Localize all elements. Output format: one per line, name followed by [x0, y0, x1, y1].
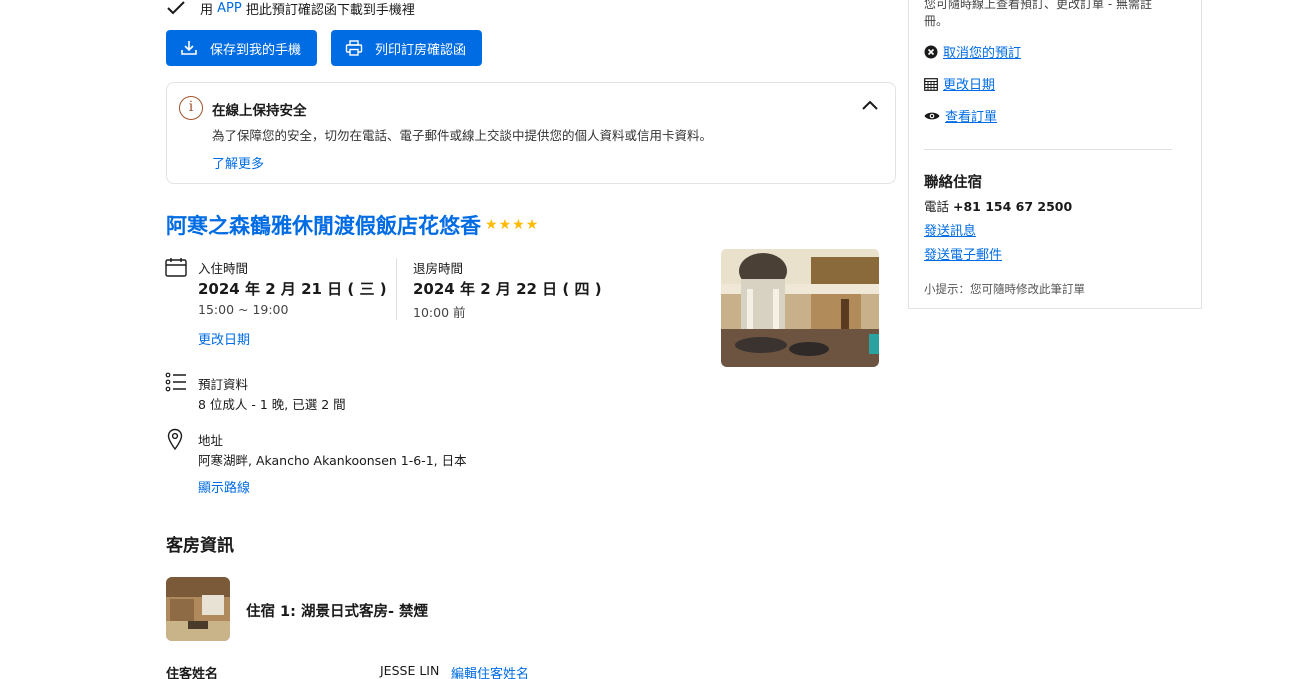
- app-word: APP: [217, 0, 242, 16]
- calendar-icon: [165, 258, 187, 277]
- star-icon: ★: [485, 217, 498, 233]
- app-line-text: 把此預訂確認函下載到手機裡: [245, 2, 415, 18]
- print-confirmation-button[interactable]: 列印訂房確認函: [331, 30, 483, 66]
- guest-name-label: 住客姓名: [166, 667, 219, 679]
- date-divider: [396, 258, 397, 320]
- checkin-date: 2024 年 2 月 21 日 ( 三 ): [198, 280, 387, 298]
- star-icon: ★: [525, 217, 539, 233]
- cancel-booking-item[interactable]: 取消您的預訂: [924, 42, 1021, 61]
- checkout-label: 退房時間: [413, 261, 464, 276]
- view-booking-link[interactable]: 查看訂單: [945, 106, 997, 125]
- map-pin-icon: [167, 428, 183, 450]
- checkout-date: 2024 年 2 月 22 日 ( 四 ): [413, 280, 602, 298]
- app-download-line: 用 APP 把此預訂確認函下載到手機裡: [166, 0, 415, 18]
- room-image: [166, 577, 230, 641]
- save-to-phone-button[interactable]: 保存到我的手機: [166, 30, 318, 66]
- booking-details-value: 8 位成人 - 1 晚, 已選 2 間: [198, 397, 346, 412]
- print-confirmation-label: 列印訂房確認函: [375, 42, 467, 58]
- close-circle-icon: [924, 45, 938, 59]
- send-message-link[interactable]: 發送訊息: [924, 220, 976, 239]
- address-label: 地址: [198, 433, 224, 448]
- calendar-grid-icon: [924, 77, 938, 91]
- eye-icon: [924, 109, 940, 123]
- checkout-time: 10:00 前: [413, 305, 466, 320]
- chevron-up-icon[interactable]: [861, 99, 879, 111]
- check-icon: [167, 1, 185, 15]
- cancel-booking-link[interactable]: 取消您的預訂: [943, 42, 1021, 61]
- hotel-photo[interactable]: [721, 249, 879, 367]
- change-dates-item[interactable]: 更改日期: [924, 74, 995, 93]
- online-safety-panel: i 在線上保持安全 為了保障您的安全，切勿在電話、電子郵件或線上交談中提供您的個…: [166, 82, 896, 184]
- phone-number: +81 154 67 2500: [952, 199, 1073, 214]
- safety-title: 在線上保持安全: [212, 103, 307, 119]
- change-dates-sidebar-link[interactable]: 更改日期: [943, 74, 995, 93]
- app-line-prefix: 用: [200, 2, 214, 18]
- list-icon: [165, 372, 186, 392]
- sidebar-intro-text: 您可隨時線上查看預訂、更改訂單 - 無需註冊。: [924, 0, 1152, 28]
- room-1-name: 住宿 1: 湖景日式客房- 禁煙: [246, 604, 429, 620]
- hotel-name-row: 阿寒之森鶴雅休閒渡假飯店花悠香 ★ ★ ★ ★: [166, 210, 538, 240]
- change-dates-link[interactable]: 更改日期: [198, 329, 250, 348]
- room-photo[interactable]: [166, 577, 230, 641]
- hotel-lobby-image: [721, 249, 879, 367]
- star-rating: ★ ★ ★ ★: [485, 217, 538, 233]
- sidebar-divider: [924, 149, 1172, 150]
- star-icon: ★: [512, 217, 525, 233]
- edit-guest-name-link[interactable]: 編輯住客姓名: [451, 663, 529, 679]
- address-value: 阿寒湖畔, Akancho Akankoonsen 1-6-1, 日本: [198, 453, 467, 468]
- save-to-phone-label: 保存到我的手機: [210, 42, 302, 58]
- property-phone: 電話 +81 154 67 2500: [924, 196, 1072, 215]
- booking-details-label: 預訂資料: [198, 377, 249, 392]
- learn-more-link[interactable]: 了解更多: [212, 153, 264, 172]
- show-directions-link[interactable]: 顯示路線: [198, 477, 250, 496]
- star-icon: ★: [498, 217, 512, 233]
- send-email-link[interactable]: 發送電子郵件: [924, 244, 1002, 263]
- download-icon: [181, 41, 197, 55]
- contact-property-title: 聯絡住宿: [924, 175, 982, 191]
- info-icon: i: [179, 96, 203, 120]
- hotel-name[interactable]: 阿寒之森鶴雅休閒渡假飯店花悠香: [166, 210, 481, 240]
- checkin-label: 入住時間: [198, 261, 249, 276]
- tip-text: 小提示：您可隨時修改此筆訂單: [924, 282, 1085, 296]
- guest-name-value: JESSE LIN: [380, 663, 440, 678]
- room-info-title: 客房資訊: [166, 536, 234, 556]
- checkin-time: 15:00 ~ 19:00: [198, 302, 289, 317]
- safety-description: 為了保障您的安全，切勿在電話、電子郵件或線上交談中提供您的個人資料或信用卡資料。: [212, 128, 713, 143]
- view-booking-item[interactable]: 查看訂單: [924, 106, 997, 125]
- printer-icon: [345, 40, 363, 56]
- phone-label: 電話: [924, 199, 953, 214]
